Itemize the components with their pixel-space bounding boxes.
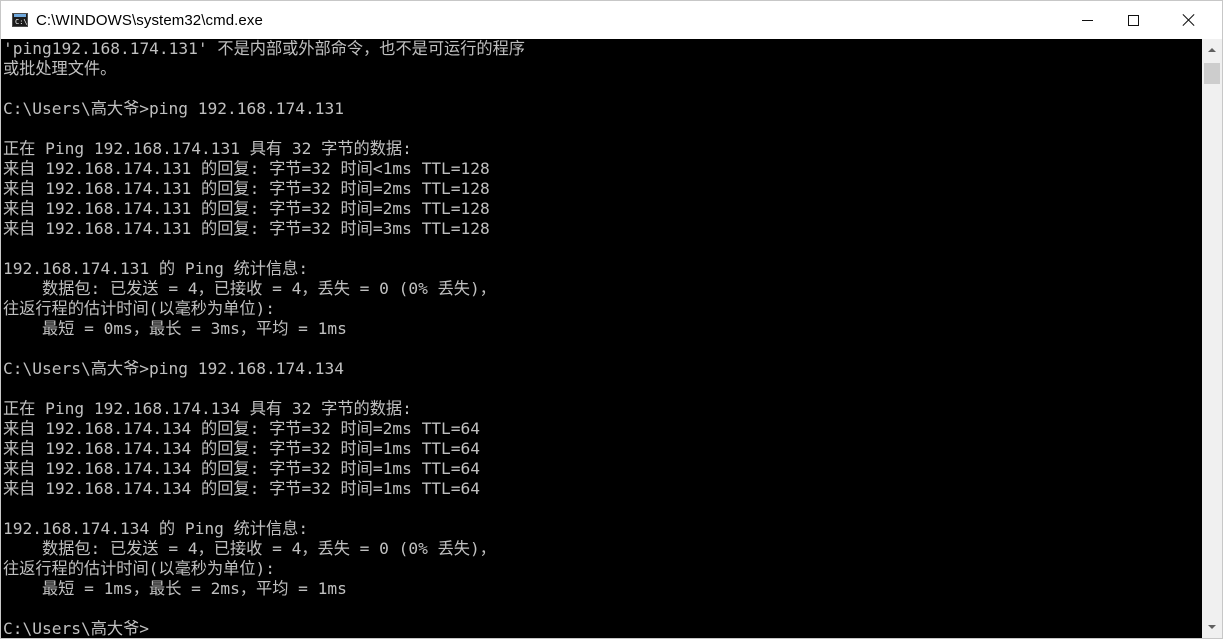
console-line: 来自 192.168.174.134 的回复: 字节=32 时间=1ms TTL… <box>3 479 481 498</box>
console-output[interactable]: 'ping192.168.174.131' 不是内部或外部命令，也不是可运行的程… <box>1 39 1202 638</box>
console-text: 'ping192.168.174.131' 不是内部或外部命令，也不是可运行的程… <box>1 39 1202 638</box>
console-line: C:\Users\高大爷>ping 192.168.174.131 <box>3 99 344 118</box>
scroll-down-button[interactable] <box>1202 616 1222 638</box>
scroll-down-arrow-icon <box>1208 625 1216 629</box>
console-line: 来自 192.168.174.131 的回复: 字节=32 时间=3ms TTL… <box>3 219 490 238</box>
window-controls <box>1064 1 1222 39</box>
minimize-button[interactable] <box>1064 1 1110 39</box>
scroll-up-arrow-icon <box>1208 48 1216 52</box>
console-line: 来自 192.168.174.131 的回复: 字节=32 时间=2ms TTL… <box>3 179 490 198</box>
cmd-icon[interactable]: C:\ <box>12 13 28 27</box>
window-title: C:\WINDOWS\system32\cmd.exe <box>36 11 263 29</box>
console-line: 'ping192.168.174.131' 不是内部或外部命令，也不是可运行的程… <box>3 39 525 58</box>
console-line: 192.168.174.134 的 Ping 统计信息: <box>3 519 309 538</box>
vertical-scrollbar[interactable] <box>1202 39 1222 638</box>
maximize-button[interactable] <box>1110 1 1156 39</box>
console-line: 往返行程的估计时间(以毫秒为单位): <box>3 559 276 578</box>
console-line: 最短 = 1ms，最长 = 2ms，平均 = 1ms <box>3 579 347 598</box>
console-line: 往返行程的估计时间(以毫秒为单位): <box>3 299 276 318</box>
scroll-track[interactable] <box>1202 61 1222 616</box>
console-line: 来自 192.168.174.134 的回复: 字节=32 时间=2ms TTL… <box>3 419 481 438</box>
scroll-thumb[interactable] <box>1204 63 1220 84</box>
console-line: 来自 192.168.174.134 的回复: 字节=32 时间=1ms TTL… <box>3 439 481 458</box>
scroll-up-button[interactable] <box>1202 39 1222 61</box>
maximize-icon <box>1127 14 1139 26</box>
console-line: 来自 192.168.174.134 的回复: 字节=32 时间=1ms TTL… <box>3 459 481 478</box>
console-line: 来自 192.168.174.131 的回复: 字节=32 时间<1ms TTL… <box>3 159 490 178</box>
console-line: 数据包: 已发送 = 4，已接收 = 4，丢失 = 0 (0% 丢失)， <box>3 279 496 298</box>
minimize-icon <box>1081 19 1093 21</box>
close-icon <box>1182 13 1196 27</box>
console-line: 数据包: 已发送 = 4，已接收 = 4，丢失 = 0 (0% 丢失)， <box>3 539 496 558</box>
console-line: C:\Users\高大爷>ping 192.168.174.134 <box>3 359 344 378</box>
console-line: 192.168.174.131 的 Ping 统计信息: <box>3 259 309 278</box>
console-line: 正在 Ping 192.168.174.131 具有 32 字节的数据: <box>3 139 412 158</box>
console-line: 正在 Ping 192.168.174.134 具有 32 字节的数据: <box>3 399 412 418</box>
console-line: 来自 192.168.174.131 的回复: 字节=32 时间=2ms TTL… <box>3 199 490 218</box>
cmd-icon-label: C:\ <box>15 18 28 26</box>
console-line: 最短 = 0ms，最长 = 3ms，平均 = 1ms <box>3 319 347 338</box>
console-line: C:\Users\高大爷> <box>3 619 150 638</box>
cmd-window: C:\ C:\WINDOWS\system32\cmd.exe 'ping192… <box>0 0 1223 639</box>
close-button[interactable] <box>1156 1 1222 39</box>
console-line: 或批处理文件。 <box>3 59 117 78</box>
title-bar[interactable]: C:\ C:\WINDOWS\system32\cmd.exe <box>1 1 1222 39</box>
